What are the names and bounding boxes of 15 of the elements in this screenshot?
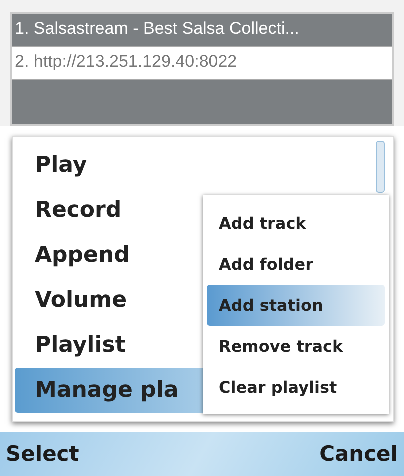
menu-item[interactable]: Record: [15, 188, 126, 233]
stream-entry[interactable]: 1. Salsastream - Best Salsa Collecti...: [12, 14, 392, 46]
menu-item[interactable]: Play: [15, 143, 92, 188]
menu-item[interactable]: Append: [15, 233, 134, 278]
menu-item[interactable]: Playlist: [15, 323, 130, 368]
stream-entry[interactable]: 2. http://213.251.129.40:8022: [12, 46, 392, 80]
submenu-item[interactable]: Add track: [207, 203, 385, 244]
submenu-item[interactable]: Add folder: [207, 244, 385, 285]
submenu-item[interactable]: Clear playlist: [207, 367, 385, 408]
scrollbar[interactable]: [376, 141, 385, 193]
cancel-softkey[interactable]: Cancel: [318, 442, 400, 466]
menu-item[interactable]: Volume: [15, 278, 131, 323]
submenu-item[interactable]: Remove track: [207, 326, 385, 367]
select-softkey[interactable]: Select: [4, 442, 82, 466]
submenu-item[interactable]: Add station: [207, 285, 385, 326]
